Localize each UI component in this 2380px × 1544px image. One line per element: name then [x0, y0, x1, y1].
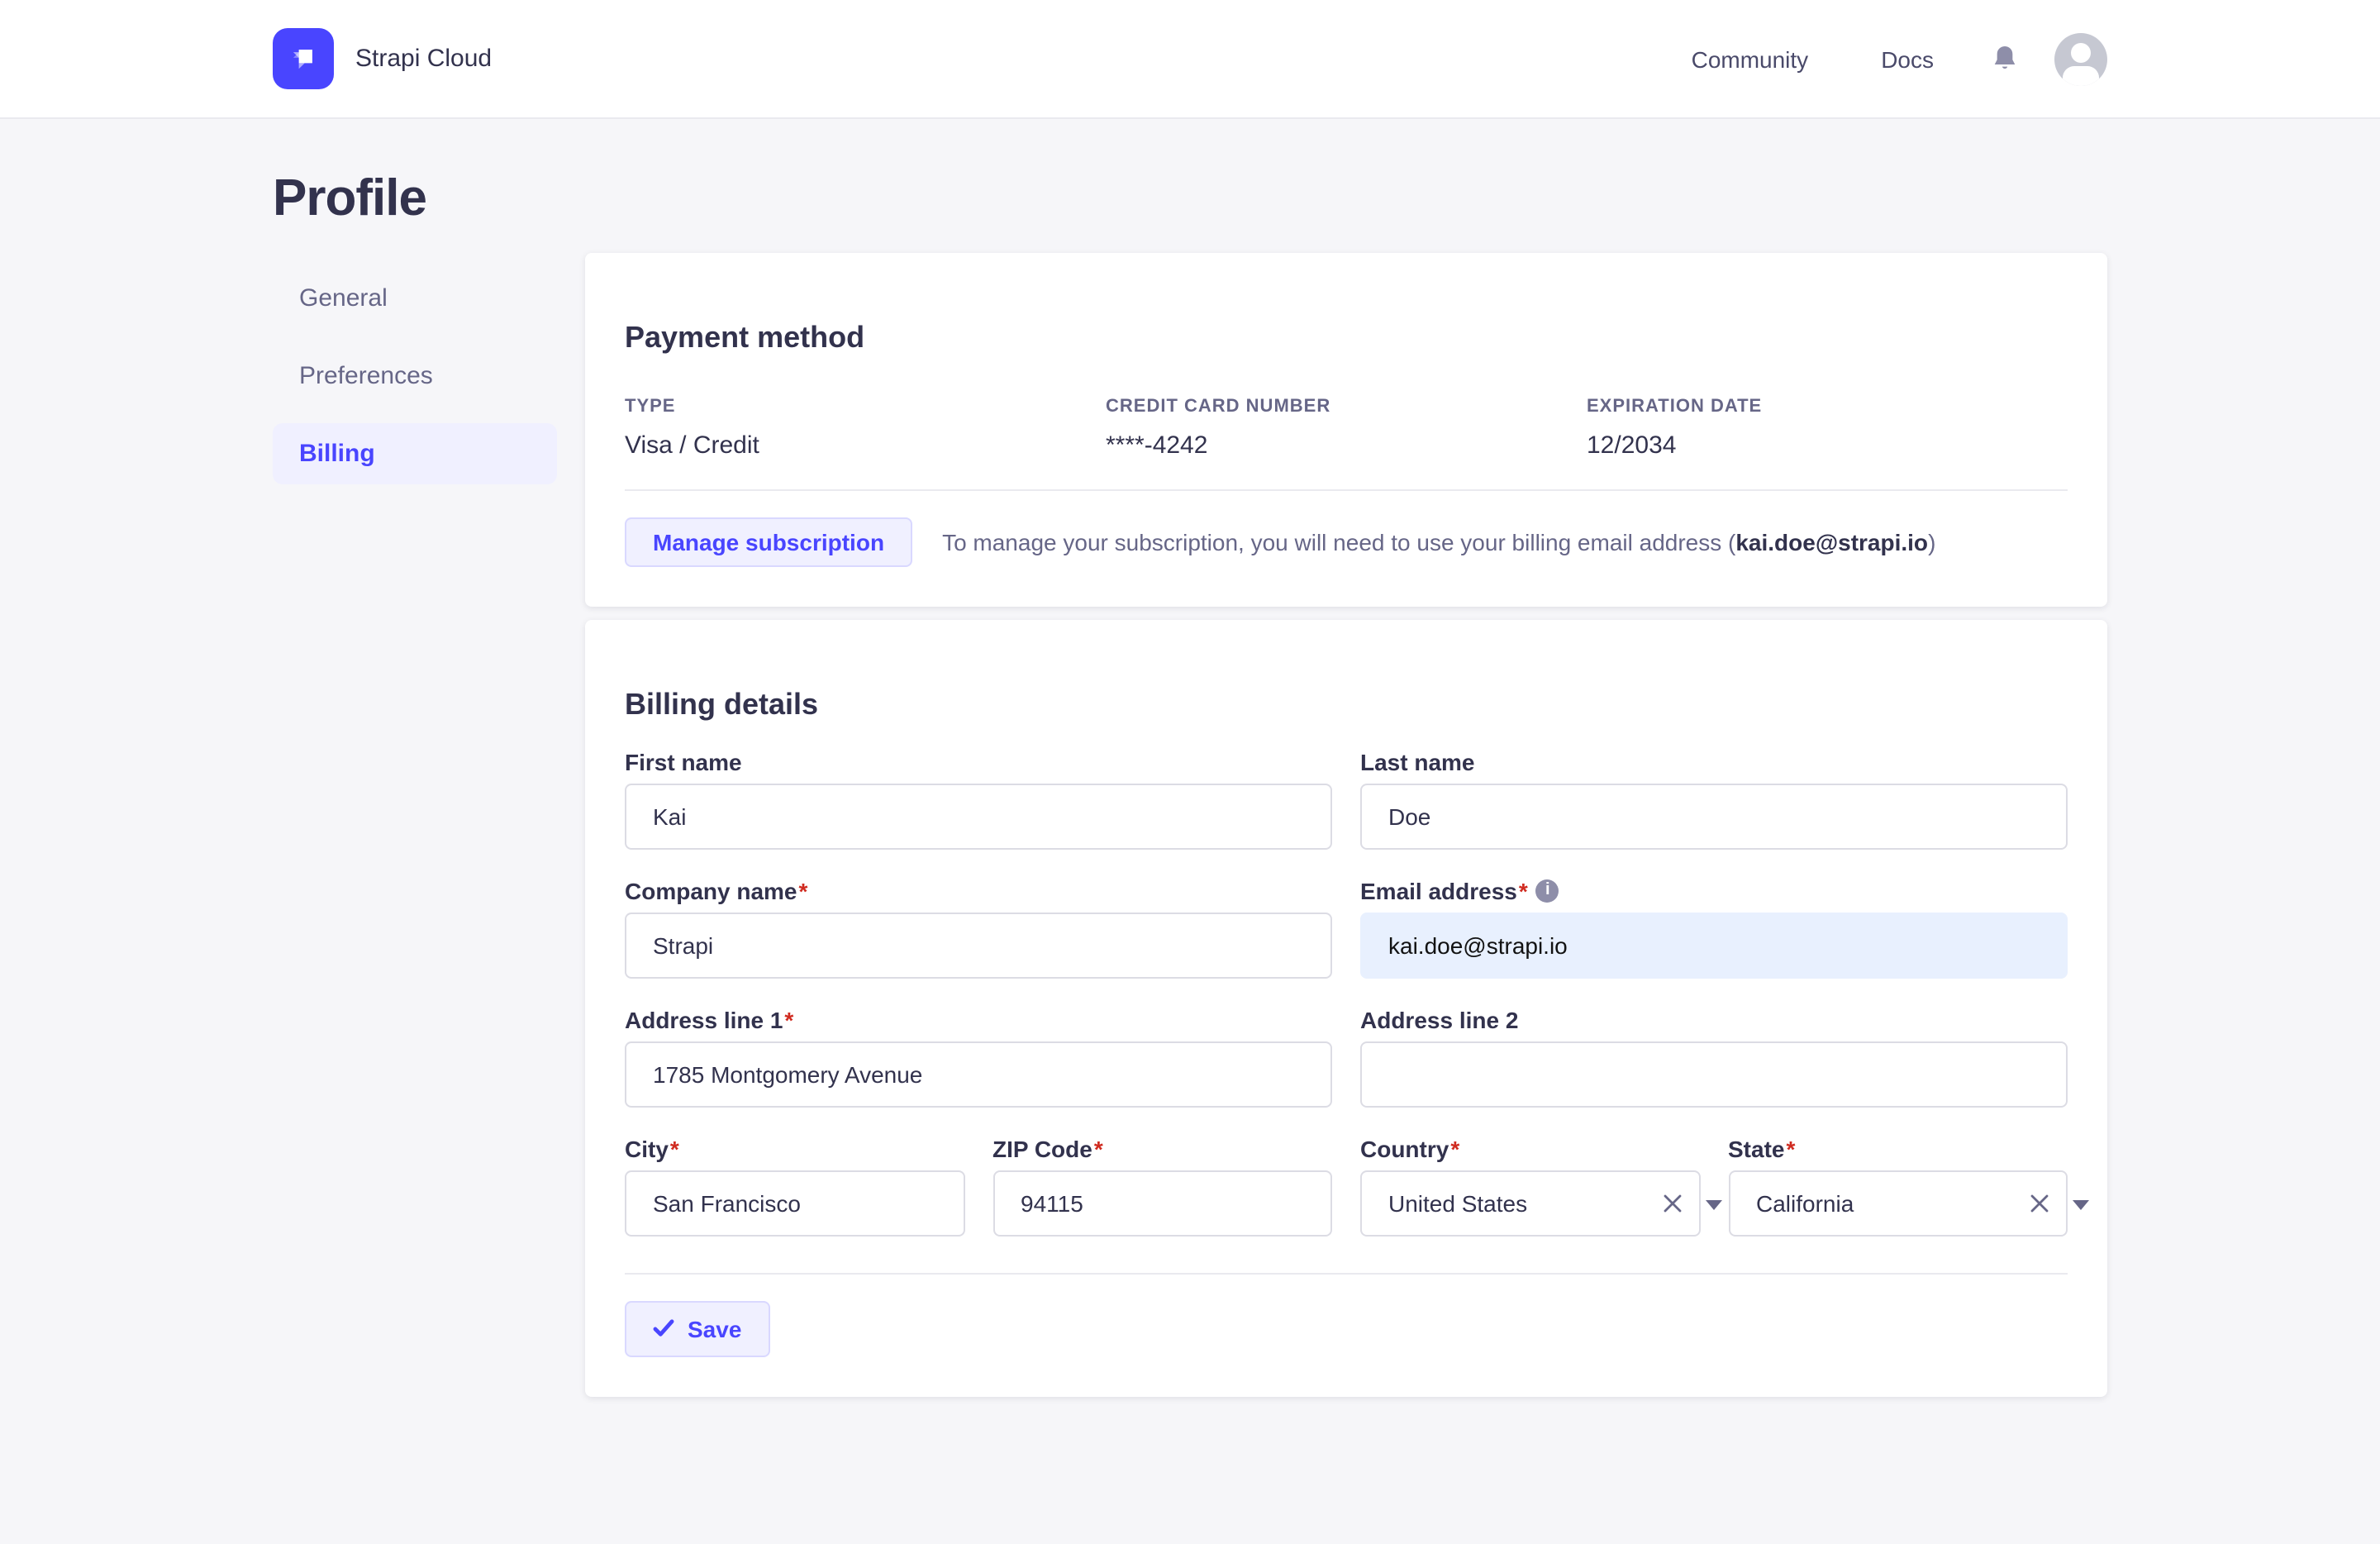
manage-subscription-button[interactable]: Manage subscription	[625, 517, 913, 567]
credit-card-number-label: CREDIT CARD NUMBER	[1106, 396, 1331, 417]
check-icon	[653, 1319, 674, 1337]
last-name-field: Last name	[1360, 749, 2068, 850]
company-name-input[interactable]	[625, 912, 1332, 979]
payment-method-card: Payment method TYPE Visa / Credit CREDIT…	[585, 253, 2107, 607]
main-content: Profile General Preferences Billing Paym…	[0, 169, 2380, 1397]
email-address-field: Email address * i	[1360, 878, 2068, 979]
avatar-head-icon	[2071, 42, 2091, 62]
form-divider	[625, 1272, 2068, 1275]
email-address-input[interactable]	[1360, 912, 2068, 979]
notifications-bell-icon[interactable]	[1992, 44, 2018, 74]
helper-suffix: )	[1928, 528, 1936, 555]
first-name-label: First name	[625, 748, 742, 775]
billing-details-form: First name Last name Company name*	[625, 749, 2089, 1357]
required-asterisk: *	[1450, 1135, 1460, 1162]
top-bar: Strapi Cloud Community Docs	[0, 0, 2380, 119]
sidebar-item-billing[interactable]: Billing	[273, 423, 557, 484]
page-title: Profile	[273, 169, 427, 226]
address-line-1-input[interactable]	[625, 1041, 1332, 1108]
state-value: California	[1756, 1189, 1854, 1217]
zip-code-label: ZIP Code *	[992, 1135, 1103, 1162]
payment-type-value: Visa / Credit	[625, 431, 759, 460]
save-button[interactable]: Save	[625, 1300, 770, 1357]
billing-details-title: Billing details	[625, 687, 819, 721]
state-combobox: California	[1728, 1170, 2089, 1237]
save-button-label: Save	[688, 1315, 742, 1342]
company-name-label: Company name *	[625, 877, 808, 904]
save-row: Save	[625, 1300, 2068, 1357]
strapi-cloud-profile-page: Strapi Cloud Community Docs Profile Gene…	[0, 0, 2380, 1544]
nav-community-link[interactable]: Community	[1692, 45, 1809, 72]
user-avatar[interactable]	[2054, 32, 2107, 85]
state-label: State *	[1728, 1135, 1796, 1162]
required-asterisk: *	[1786, 1135, 1796, 1162]
last-name-label: Last name	[1360, 748, 1475, 775]
country-label: Country *	[1360, 1135, 1460, 1162]
zip-code-input[interactable]	[992, 1170, 1332, 1237]
country-select[interactable]: United States	[1360, 1170, 1700, 1237]
address-line-1-label: Address line 1 *	[625, 1006, 794, 1033]
billing-details-card: Billing details First name Last name Com…	[585, 619, 2107, 1397]
manage-subscription-helper-text: To manage your subscription, you will ne…	[942, 529, 1935, 555]
required-asterisk: *	[1093, 1135, 1103, 1162]
sidebar-item-general[interactable]: General	[273, 268, 557, 329]
state-field: State * California	[1728, 1135, 2089, 1237]
first-name-field: First name	[625, 749, 1332, 850]
expiration-date-column: EXPIRATION DATE 12/2034	[1587, 397, 2068, 460]
payment-method-grid: TYPE Visa / Credit CREDIT CARD NUMBER **…	[625, 397, 2068, 460]
country-value: United States	[1388, 1189, 1528, 1217]
required-asterisk: *	[798, 877, 808, 904]
strapi-logo-icon	[273, 28, 334, 89]
helper-prefix: To manage your subscription, you will ne…	[942, 528, 1736, 555]
top-nav: Community Docs	[1692, 32, 2107, 85]
state-select[interactable]: California	[1728, 1170, 2068, 1237]
payment-method-title: Payment method	[625, 320, 865, 354]
city-input[interactable]	[625, 1170, 964, 1237]
required-asterisk: *	[784, 1006, 794, 1033]
country-combobox: United States	[1360, 1170, 1721, 1237]
profile-side-nav: General Preferences Billing	[273, 268, 557, 501]
credit-card-number-column: CREDIT CARD NUMBER ****-4242	[1106, 397, 1587, 460]
payment-type-column: TYPE Visa / Credit	[625, 397, 1106, 460]
country-caret-down-icon[interactable]	[1705, 1199, 1721, 1218]
required-asterisk: *	[669, 1135, 679, 1162]
address-line-2-field: Address line 2	[1360, 1007, 2068, 1108]
brand-name: Strapi Cloud	[355, 45, 493, 73]
cards-column: Payment method TYPE Visa / Credit CREDIT…	[585, 253, 2107, 1397]
nav-docs-link[interactable]: Docs	[1881, 45, 1934, 72]
state-clear-icon[interactable]	[2026, 1190, 2053, 1217]
address-line-1-field: Address line 1 *	[625, 1007, 1332, 1108]
email-address-label: Email address * i	[1360, 878, 2068, 904]
address-line-2-label: Address line 2	[1360, 1006, 1519, 1033]
credit-card-number-value: ****-4242	[1106, 431, 1208, 460]
avatar-shoulders-icon	[2063, 65, 2099, 85]
zip-code-field: ZIP Code *	[992, 1136, 1332, 1237]
required-asterisk: *	[1518, 877, 1528, 904]
country-clear-icon[interactable]	[1659, 1190, 1685, 1217]
brand[interactable]: Strapi Cloud	[273, 28, 492, 89]
address-line-2-input[interactable]	[1360, 1041, 2068, 1108]
sidebar-item-preferences[interactable]: Preferences	[273, 345, 557, 407]
expiration-date-label: EXPIRATION DATE	[1587, 396, 1763, 417]
expiration-date-value: 12/2034	[1587, 431, 1677, 460]
location-row: City* ZIP Code* Country* United State	[625, 1135, 2089, 1237]
manage-subscription-row: Manage subscription To manage your subsc…	[625, 517, 2068, 567]
city-label: City *	[625, 1135, 679, 1162]
company-name-field: Company name *	[625, 878, 1332, 979]
payment-card-divider	[625, 488, 2068, 491]
last-name-input[interactable]	[1360, 783, 2068, 850]
country-field: Country * United States	[1360, 1135, 1721, 1237]
city-field: City *	[625, 1136, 964, 1237]
billing-email-text: kai.doe@strapi.io	[1735, 528, 1929, 555]
first-name-input[interactable]	[625, 783, 1332, 850]
payment-type-label: TYPE	[625, 396, 676, 417]
info-icon[interactable]: i	[1535, 879, 1559, 903]
state-caret-down-icon[interactable]	[2073, 1199, 2089, 1218]
